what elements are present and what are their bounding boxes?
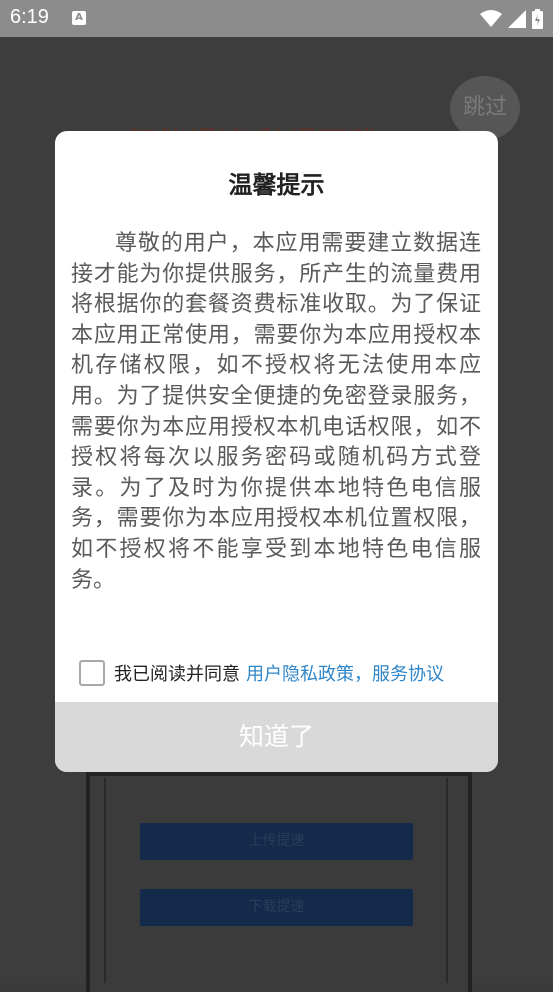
download-speedup-button[interactable]: 下载提速 — [140, 889, 413, 926]
phone-frame-inner — [104, 778, 448, 983]
battery-icon — [532, 9, 543, 29]
notification-icon: A — [72, 11, 86, 25]
status-bar: 6:19 A — [0, 0, 553, 37]
status-icons — [480, 8, 543, 30]
confirm-button[interactable]: 知道了 — [55, 702, 498, 772]
dialog-body-text: 尊敬的用户，本应用需要建立数据连接才能为你提供服务，所产生的流量费用将根据你的套… — [71, 231, 481, 593]
notice-dialog: 温馨提示 尊敬的用户，本应用需要建立数据连接才能为你提供服务，所产生的流量费用将… — [55, 131, 498, 772]
upload-speedup-button[interactable]: 上传提速 — [140, 823, 413, 860]
dialog-title: 温馨提示 — [228, 171, 325, 199]
privacy-policy-link[interactable]: 用户隐私政策，服务协议 — [246, 660, 444, 686]
status-time: 6:19 — [10, 6, 49, 28]
wifi-icon — [480, 10, 502, 27]
agreement-row: 我已阅读并同意 用户隐私政策，服务协议 — [79, 658, 444, 688]
signal-icon — [508, 10, 526, 28]
agree-label: 我已阅读并同意 — [114, 664, 240, 685]
agree-checkbox[interactable] — [79, 660, 105, 686]
